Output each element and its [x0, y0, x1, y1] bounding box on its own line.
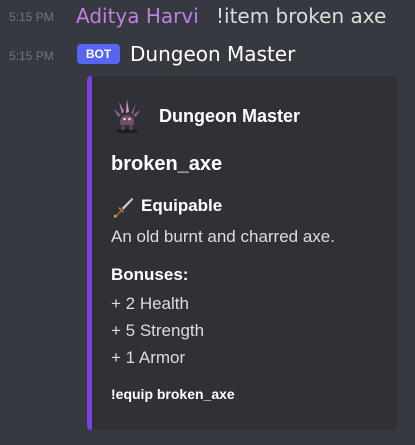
- crystal-creature-icon: [114, 99, 140, 134]
- bot-message-header: 5:15 PM BOT Dungeon Master: [0, 41, 415, 69]
- equipable-field: Equipable: [111, 194, 391, 218]
- bonus-item: + 2 Health: [111, 294, 189, 313]
- bot-username[interactable]: Dungeon Master: [130, 42, 295, 66]
- dagger-icon: [113, 197, 134, 218]
- message-timestamp: 5:15 PM: [9, 49, 54, 63]
- bonus-item: + 5 Strength: [111, 321, 205, 340]
- username[interactable]: Aditya Harvi: [76, 4, 199, 28]
- user-message: 5:15 PM Aditya Harvi !item broken axe: [0, 2, 415, 30]
- embed-author-name: Dungeon Master: [159, 106, 301, 126]
- embed-title: broken_axe: [111, 153, 223, 175]
- message-timestamp: 5:15 PM: [9, 10, 54, 24]
- field-name: Equipable: [141, 196, 223, 215]
- chat-window: 5:15 PM Aditya Harvi !item broken axe 5:…: [0, 0, 415, 445]
- embed-accent-bar: [87, 76, 92, 430]
- item-embed: Dungeon Master broken_axe Equipable An o…: [87, 76, 397, 430]
- field-description: An old burnt and charred axe.: [111, 227, 335, 246]
- message-text: !item broken axe: [216, 4, 387, 28]
- equip-command-footer: !equip broken_axe: [111, 386, 235, 402]
- bot-badge: BOT: [77, 44, 120, 64]
- bonuses-heading: Bonuses:: [111, 265, 189, 284]
- bonus-item: + 1 Armor: [111, 348, 186, 367]
- embed-author: Dungeon Master: [112, 97, 392, 135]
